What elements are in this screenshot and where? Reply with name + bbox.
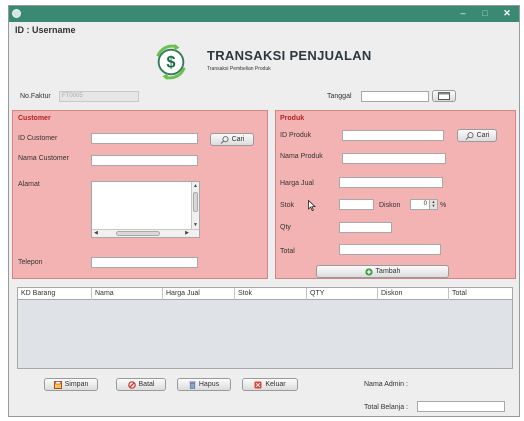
keluar-label: Keluar: [265, 381, 286, 388]
scroll-right-icon[interactable]: ▶: [185, 230, 189, 237]
tambah-button[interactable]: Tambah: [316, 265, 449, 278]
column-header-diskon[interactable]: Diskon: [378, 288, 449, 300]
nama-admin-label: Nama Admin :: [364, 381, 408, 388]
qty-field[interactable]: [339, 222, 392, 233]
column-header-kd-barang[interactable]: KD Barang: [18, 288, 92, 300]
scroll-up-icon[interactable]: ▲: [193, 183, 198, 189]
alamat-vertical-scrollbar[interactable]: ▲ ▼: [191, 182, 199, 229]
hapus-label: Hapus: [198, 381, 220, 388]
cari-customer-label: Cari: [231, 136, 245, 143]
alamat-textarea[interactable]: ▲ ▼ ◀ ▶: [91, 181, 200, 238]
minimize-button[interactable]: –: [455, 7, 471, 21]
nama-customer-label: Nama Customer: [18, 155, 69, 162]
column-header-harga-jual[interactable]: Harga Jual: [163, 288, 235, 300]
harga-jual-label: Harga Jual: [280, 180, 314, 187]
scroll-thumb-horizontal[interactable]: [116, 231, 160, 236]
stok-label: Stok: [280, 202, 295, 209]
table-header: KD Barang Nama Harga Jual Stok QTY Disko…: [18, 288, 512, 300]
keluar-button[interactable]: Keluar: [242, 378, 298, 391]
total-label: Total: [280, 248, 295, 255]
column-header-qty[interactable]: QTY: [307, 288, 378, 300]
diskon-label: Diskon: [379, 202, 401, 209]
calendar-button[interactable]: [432, 90, 456, 102]
close-button[interactable]: ✕: [499, 7, 515, 21]
id-customer-label: ID Customer: [18, 135, 58, 142]
search-icon: [465, 131, 474, 140]
save-icon: [53, 380, 62, 389]
scroll-thumb[interactable]: [193, 192, 198, 212]
cari-produk-button[interactable]: Cari: [457, 129, 497, 142]
nama-customer-field[interactable]: [91, 155, 198, 166]
add-icon: [364, 267, 373, 276]
column-header-total[interactable]: Total: [449, 288, 512, 300]
total-belanja-label: Total Belanja :: [364, 404, 408, 411]
qty-label: Qty: [280, 224, 291, 231]
trash-icon: [189, 381, 196, 389]
hapus-button[interactable]: Hapus: [177, 378, 231, 391]
total-belanja-field: [417, 401, 505, 412]
mouse-cursor-icon: [308, 200, 316, 211]
id-customer-field[interactable]: [91, 133, 198, 144]
page-subtitle: Transaksi Pembelian Produk: [207, 66, 271, 72]
column-header-nama[interactable]: Nama: [92, 288, 163, 300]
no-faktur-field: FT0005: [59, 91, 139, 102]
total-field[interactable]: [339, 244, 441, 255]
telepon-field[interactable]: [91, 257, 198, 268]
column-header-stok[interactable]: Stok: [235, 288, 307, 300]
dollar-cycle-icon: $: [156, 43, 186, 81]
customer-panel-title: Customer: [18, 115, 51, 122]
produk-panel: Produk ID Produk Cari Nama Produk Harga …: [275, 110, 516, 279]
cari-produk-label: Cari: [476, 132, 490, 139]
app-icon: [12, 9, 21, 18]
spinner-arrows[interactable]: ▲ ▼: [429, 200, 437, 209]
stok-field[interactable]: [339, 199, 374, 210]
simpan-label: Simpan: [64, 381, 89, 388]
produk-panel-title: Produk: [280, 115, 305, 122]
alamat-horizontal-scrollbar[interactable]: ◀ ▶: [92, 229, 199, 237]
batal-label: Batal: [138, 381, 155, 388]
search-icon: [220, 135, 229, 144]
harga-jual-field[interactable]: [339, 177, 443, 188]
percent-label: %: [440, 202, 447, 209]
id-produk-field[interactable]: [342, 130, 444, 141]
diskon-spinner[interactable]: 0 ▲ ▼: [410, 199, 438, 210]
scroll-down-icon[interactable]: ▼: [193, 222, 198, 228]
id-produk-label: ID Produk: [280, 132, 312, 139]
title-bar[interactable]: – □ ✕: [9, 6, 519, 22]
nama-produk-label: Nama Produk: [280, 153, 323, 160]
diskon-value: 0: [423, 201, 427, 207]
cancel-icon: [127, 380, 136, 389]
app-window: – □ ✕ ID : Username $ TRANSAKSI PENJUALA…: [8, 5, 520, 417]
tanggal-field[interactable]: [361, 91, 429, 102]
simpan-button[interactable]: Simpan: [44, 378, 98, 391]
calendar-icon: [438, 92, 450, 100]
page-title: TRANSAKSI PENJUALAN: [207, 48, 372, 63]
telepon-label: Telepon: [18, 259, 43, 266]
tambah-label: Tambah: [375, 268, 401, 275]
svg-text:$: $: [167, 54, 176, 72]
customer-panel: Customer ID Customer Cari Nama Customer …: [12, 110, 268, 279]
exit-icon: [254, 381, 262, 388]
alamat-label: Alamat: [18, 181, 40, 188]
batal-button[interactable]: Batal: [116, 378, 166, 391]
maximize-button[interactable]: □: [477, 7, 493, 21]
scroll-left-icon[interactable]: ◀: [94, 230, 98, 237]
transaction-table[interactable]: KD Barang Nama Harga Jual Stok QTY Disko…: [17, 287, 513, 369]
tanggal-label: Tanggal: [327, 93, 352, 100]
nama-produk-field[interactable]: [342, 153, 446, 164]
user-id-label: ID : Username: [15, 25, 76, 35]
cari-customer-button[interactable]: Cari: [210, 133, 254, 146]
no-faktur-label: No.Faktur: [20, 93, 51, 100]
